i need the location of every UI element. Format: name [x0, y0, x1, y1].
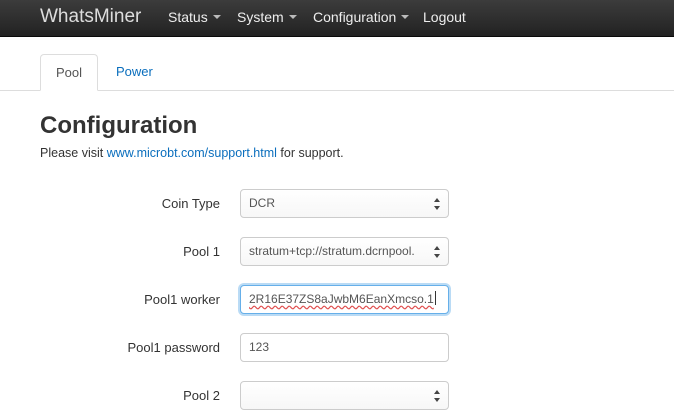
support-text: Please visit www.microbt.com/support.htm… [40, 146, 344, 160]
select-arrows-icon [434, 390, 442, 402]
nav-configuration-menu[interactable]: Configuration [313, 9, 410, 25]
chevron-down-icon [401, 15, 410, 19]
support-link[interactable]: www.microbt.com/support.html [107, 146, 277, 160]
pool2-select[interactable] [240, 381, 449, 410]
text-cursor [434, 291, 436, 305]
pool1-password-value: 123 [249, 340, 270, 354]
nav-logout-link[interactable]: Logout [423, 9, 466, 25]
nav-configuration-label: Configuration [313, 9, 397, 25]
coin-type-select[interactable]: DCR [240, 189, 449, 218]
pool1-select[interactable]: stratum+tcp://stratum.dcrnpool. [240, 237, 449, 266]
tab-pool[interactable]: Pool [40, 54, 98, 91]
tab-power[interactable]: Power [102, 54, 167, 90]
nav-status-label: Status [168, 9, 208, 25]
top-navbar: WhatsMiner Status System Configuration L… [0, 0, 674, 37]
pool1-worker-label: Pool1 worker [144, 292, 220, 307]
select-arrows-icon [434, 246, 442, 258]
page-title: Configuration [40, 112, 198, 139]
pool1-value: stratum+tcp://stratum.dcrnpool. [249, 244, 415, 258]
pool1-worker-value: 2R16E37ZS8aJwbM6EanXmcso.1 [249, 292, 434, 306]
select-arrows-icon [434, 198, 442, 210]
nav-system-menu[interactable]: System [237, 9, 297, 25]
nav-system-label: System [237, 9, 284, 25]
chevron-down-icon [212, 15, 221, 19]
support-prefix: Please visit [40, 146, 104, 160]
pool1-label: Pool 1 [183, 244, 220, 259]
pool2-label: Pool 2 [183, 388, 220, 403]
config-tabs: Pool Power [0, 54, 674, 91]
support-suffix: for support. [280, 146, 344, 160]
nav-status-menu[interactable]: Status [168, 9, 221, 25]
brand-logo[interactable]: WhatsMiner [40, 6, 141, 28]
pool1-password-input[interactable]: 123 [240, 333, 449, 362]
pool1-password-label: Pool1 password [127, 340, 221, 355]
coin-type-label: Coin Type [161, 196, 220, 211]
coin-type-value: DCR [249, 196, 275, 210]
pool1-worker-input[interactable]: 2R16E37ZS8aJwbM6EanXmcso.1 [240, 285, 449, 314]
chevron-down-icon [288, 15, 297, 19]
